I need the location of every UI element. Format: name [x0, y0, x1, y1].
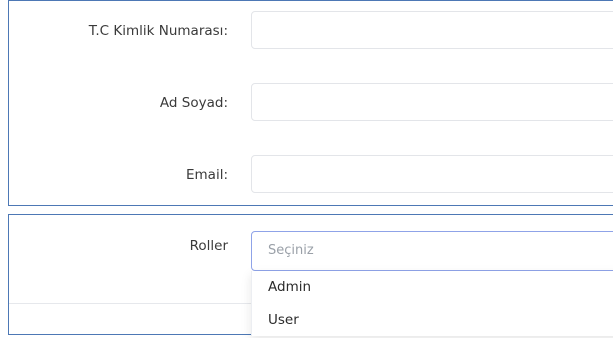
roles-dropdown-menu: Admin User: [251, 271, 613, 336]
email-label: Email:: [185, 167, 228, 183]
name-input[interactable]: [251, 83, 613, 121]
role-option-user[interactable]: User: [268, 312, 299, 328]
name-label: Ad Soyad:: [159, 95, 228, 111]
tc-input[interactable]: [251, 11, 613, 49]
email-input[interactable]: [251, 155, 613, 193]
roles-panel: Roller Seçiniz Admin User: [8, 214, 613, 336]
role-option-admin[interactable]: Admin: [268, 279, 311, 295]
roles-select[interactable]: Seçiniz: [251, 231, 613, 271]
roles-label: Roller: [189, 238, 228, 254]
tc-label: T.C Kimlik Numarası:: [88, 23, 228, 39]
user-info-panel: T.C Kimlik Numarası: Ad Soyad: Email:: [8, 0, 613, 206]
